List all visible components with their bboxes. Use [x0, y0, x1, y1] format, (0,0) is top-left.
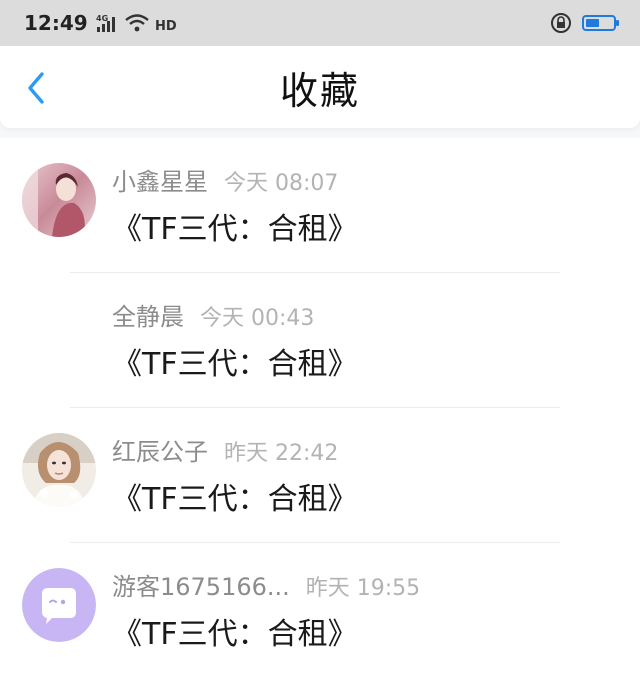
- list-item[interactable]: 游客1675166... 昨天 19:55 《TF三代：合租》: [0, 543, 640, 678]
- status-left: 12:49 4G HD: [24, 11, 178, 35]
- user-name[interactable]: 游客1675166...: [112, 567, 290, 602]
- status-time: 12:49: [24, 11, 88, 35]
- battery-icon: [582, 15, 619, 31]
- book-title[interactable]: 《TF三代：合租》: [112, 609, 358, 653]
- status-bar: 12:49 4G HD: [0, 0, 640, 46]
- list-item[interactable]: 小鑫星星 今天 08:07 《TF三代：合租》: [0, 138, 640, 273]
- header: 收藏: [0, 46, 640, 128]
- avatar-photo: [22, 163, 96, 237]
- user-name[interactable]: 全静晨: [112, 297, 184, 332]
- status-icons: 4G HD: [96, 13, 178, 33]
- favorites-list: 小鑫星星 今天 08:07 《TF三代：合租》 全静晨 今天 00:43 《TF…: [0, 138, 640, 678]
- chat-bubble-icon: [22, 568, 96, 642]
- avatar[interactable]: [22, 163, 96, 237]
- signal-icon: 4G: [96, 14, 115, 32]
- item-meta: 全静晨 今天 00:43: [112, 297, 314, 332]
- battery-level: [586, 19, 599, 27]
- rotation-lock-icon: [551, 13, 571, 33]
- item-meta: 游客1675166... 昨天 19:55: [112, 567, 420, 602]
- chevron-left-icon: [28, 72, 44, 104]
- status-right: [550, 12, 619, 34]
- wifi-icon: [124, 14, 149, 32]
- user-name[interactable]: 红辰公子: [112, 432, 208, 467]
- list-item[interactable]: 红辰公子 昨天 22:42 《TF三代：合租》: [0, 408, 640, 543]
- back-button[interactable]: [18, 70, 54, 106]
- timestamp: 昨天 19:55: [305, 576, 421, 601]
- list-item[interactable]: 全静晨 今天 00:43 《TF三代：合租》: [0, 273, 640, 408]
- hd-icon: HD: [155, 19, 177, 33]
- timestamp: 今天 08:07: [224, 171, 339, 196]
- item-meta: 小鑫星星 今天 08:07: [112, 162, 338, 197]
- timestamp: 今天 00:43: [200, 306, 315, 331]
- svg-text:HD: HD: [155, 19, 177, 33]
- svg-text:4G: 4G: [96, 14, 108, 23]
- avatar-photo: [22, 433, 96, 507]
- avatar[interactable]: [22, 568, 96, 642]
- item-meta: 红辰公子 昨天 22:42: [112, 432, 338, 467]
- avatar[interactable]: [22, 433, 96, 507]
- book-title[interactable]: 《TF三代：合租》: [112, 474, 358, 518]
- book-title[interactable]: 《TF三代：合租》: [112, 339, 358, 383]
- user-name[interactable]: 小鑫星星: [112, 162, 208, 197]
- page-title: 收藏: [279, 68, 360, 113]
- timestamp: 昨天 22:42: [224, 441, 339, 466]
- book-title[interactable]: 《TF三代：合租》: [112, 204, 358, 248]
